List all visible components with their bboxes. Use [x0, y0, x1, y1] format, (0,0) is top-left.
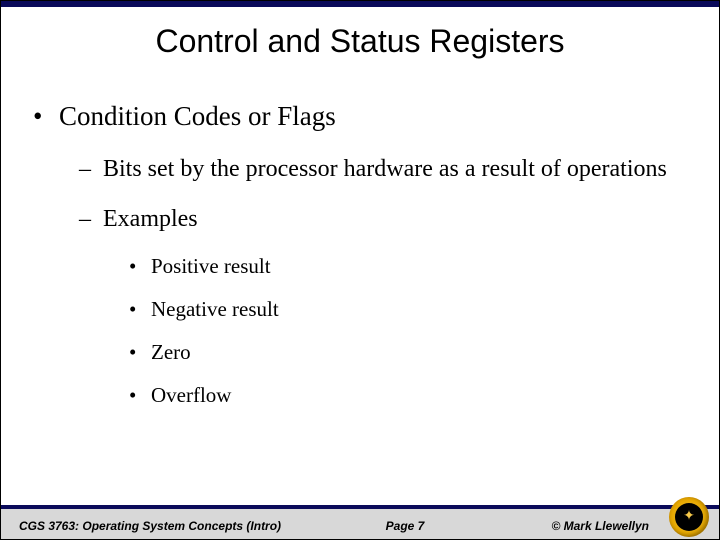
bullet-dash-icon: – [79, 204, 103, 234]
bullet-text: Negative result [151, 297, 279, 322]
bullet-text: Zero [151, 340, 191, 365]
logo-inner: ✦ [675, 503, 703, 531]
pegasus-icon: ✦ [683, 510, 695, 524]
bullet-dot-icon: • [129, 297, 151, 322]
footer-page-label: Page 7 [386, 519, 425, 533]
slide: Control and Status Registers • Condition… [0, 0, 720, 540]
bullet-dot-icon: • [129, 254, 151, 279]
bullet-level3: • Negative result [129, 297, 687, 322]
bullet-text: Condition Codes or Flags [59, 101, 336, 132]
slide-title: Control and Status Registers [1, 23, 719, 60]
bullet-level3: • Zero [129, 340, 687, 365]
bullet-level2: – Bits set by the processor hardware as … [79, 154, 687, 184]
bullet-dot-icon: • [129, 340, 151, 365]
top-accent-bar [1, 1, 719, 7]
bullet-level3: • Overflow [129, 383, 687, 408]
ucf-logo-icon: ✦ [669, 497, 709, 537]
bullet-dot-icon: • [129, 383, 151, 408]
bullet-dash-icon: – [79, 154, 103, 184]
bullet-dot-icon: • [33, 101, 59, 132]
footer-author: © Mark Llewellyn [551, 519, 649, 533]
bullet-level2: – Examples [79, 204, 687, 234]
slide-content: • Condition Codes or Flags – Bits set by… [33, 101, 687, 426]
bullet-level3: • Positive result [129, 254, 687, 279]
slide-footer: CGS 3763: Operating System Concepts (Int… [1, 501, 719, 539]
bullet-text: Positive result [151, 254, 271, 279]
bullet-level1: • Condition Codes or Flags [33, 101, 687, 132]
bullet-text: Examples [103, 204, 198, 234]
bullet-text: Overflow [151, 383, 231, 408]
logo-outer: ✦ [669, 497, 709, 537]
bullet-text: Bits set by the processor hardware as a … [103, 154, 667, 184]
